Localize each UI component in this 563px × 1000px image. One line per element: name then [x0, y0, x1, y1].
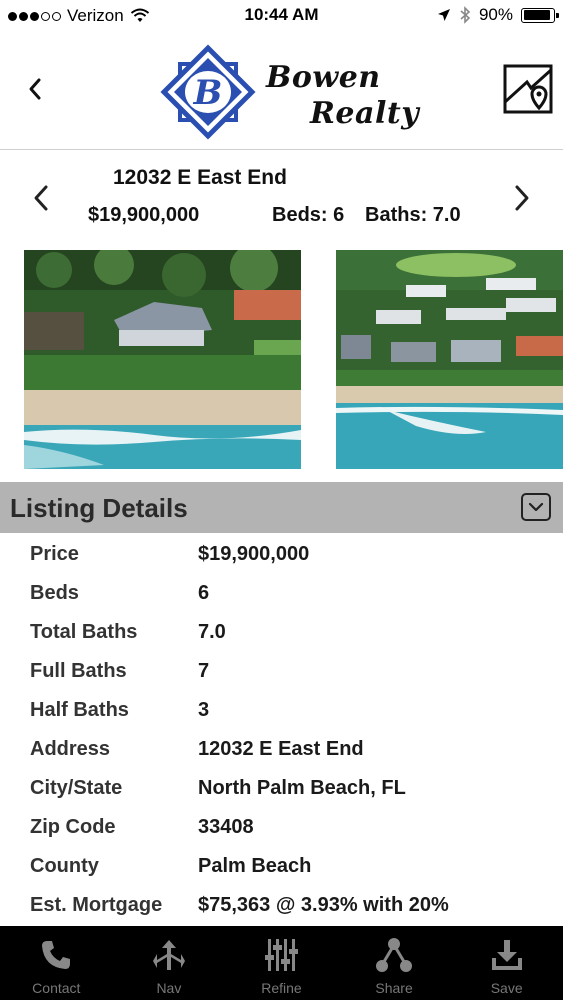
listing-details-header[interactable]: Listing Details	[0, 482, 563, 533]
detail-row-total-baths: Total Baths 7.0	[0, 612, 563, 651]
detail-label: County	[30, 855, 99, 877]
detail-label: Zip Code	[30, 816, 116, 838]
phone-icon	[36, 936, 76, 974]
logo-text-realty: Realty	[310, 96, 420, 131]
tab-label: Refine	[261, 980, 302, 996]
battery-icon	[521, 7, 559, 23]
photo-carousel[interactable]	[0, 250, 563, 470]
detail-row-zip-code: Zip Code 33408	[0, 807, 563, 846]
status-bar: Verizon 10:44 AM 90%	[0, 0, 563, 32]
tab-label: Contact	[32, 980, 81, 996]
detail-value: 3	[198, 699, 210, 721]
detail-value: 33408	[198, 816, 254, 838]
bottom-tab-bar: Contact Nav Refine Share Save	[0, 926, 563, 1000]
detail-value: $75,363 @ 3.93% with 20%	[198, 894, 449, 916]
detail-label: Total Baths	[30, 621, 138, 643]
logo-text-bowen: Bowen	[266, 60, 381, 95]
tab-refine[interactable]: Refine	[225, 926, 338, 1000]
listing-photo[interactable]	[24, 250, 301, 469]
back-button[interactable]	[18, 72, 52, 106]
app-header: B Bowen Realty	[0, 32, 563, 150]
previous-listing-button[interactable]	[26, 178, 56, 218]
detail-value: 6	[198, 582, 210, 604]
battery-percent: 90%	[478, 5, 513, 24]
navigation-icon	[149, 936, 189, 974]
detail-row-address: Address 12032 E East End	[0, 729, 563, 768]
listing-price: $19,900,000	[88, 204, 200, 226]
chevron-down-icon	[528, 502, 544, 512]
next-listing-button[interactable]	[507, 178, 537, 218]
detail-value: 7.0	[198, 621, 226, 643]
detail-label: Address	[30, 738, 111, 760]
bluetooth-icon	[460, 6, 471, 24]
listing-address: 12032 E East End	[113, 166, 287, 189]
download-icon	[487, 936, 527, 974]
chevron-right-icon	[515, 185, 529, 211]
detail-label: Half Baths	[30, 699, 129, 721]
detail-row-full-baths: Full Baths 7	[0, 651, 563, 690]
bowen-realty-logo: B Bowen Realty	[160, 44, 420, 142]
share-icon	[374, 936, 414, 974]
detail-label: City/State	[30, 777, 123, 799]
tab-save[interactable]: Save	[450, 926, 563, 1000]
detail-value: Palm Beach	[198, 855, 312, 877]
detail-value: $19,900,000	[198, 543, 310, 565]
detail-label: Full Baths	[30, 660, 127, 682]
listing-beds: Beds: 6	[272, 204, 345, 226]
chevron-left-icon	[34, 185, 48, 211]
section-title: Listing Details	[10, 493, 188, 523]
map-pin-icon	[503, 64, 553, 114]
listing-details-list: Price $19,900,000 Beds 6 Total Baths 7.0…	[0, 534, 563, 926]
chevron-left-icon	[29, 78, 41, 100]
tab-label: Nav	[156, 980, 182, 996]
tab-contact[interactable]: Contact	[0, 926, 113, 1000]
sliders-icon	[261, 936, 301, 974]
detail-value: 7	[198, 660, 210, 682]
detail-row-beds: Beds 6	[0, 573, 563, 612]
detail-row-county: County Palm Beach	[0, 846, 563, 885]
detail-value: 12032 E East End	[198, 738, 364, 760]
logo-letter: B	[193, 73, 223, 113]
status-right: 90%	[437, 5, 559, 25]
detail-row-half-baths: Half Baths 3	[0, 690, 563, 729]
detail-value: North Palm Beach, FL	[198, 777, 406, 799]
listing-nav: 12032 E East End $19,900,000 Beds: 6 Bat…	[0, 150, 563, 246]
detail-row-city-state: City/State North Palm Beach, FL	[0, 768, 563, 807]
listing-baths: Baths: 7.0	[365, 204, 461, 226]
tab-label: Share	[375, 980, 413, 996]
detail-row-price: Price $19,900,000	[0, 534, 563, 573]
detail-row-est-mortgage: Est. Mortgage $75,363 @ 3.93% with 20%	[0, 885, 563, 924]
tab-label: Save	[490, 980, 523, 996]
collapse-toggle-button[interactable]	[521, 493, 551, 521]
detail-label: Beds	[30, 582, 79, 604]
logo-diamond-icon: B	[160, 44, 256, 140]
map-button[interactable]	[501, 62, 555, 116]
location-arrow-icon	[437, 9, 450, 21]
detail-label: Price	[30, 543, 79, 565]
listing-photo[interactable]	[336, 250, 563, 469]
tab-share[interactable]: Share	[338, 926, 451, 1000]
tab-nav[interactable]: Nav	[113, 926, 226, 1000]
detail-label: Est. Mortgage	[30, 894, 163, 916]
